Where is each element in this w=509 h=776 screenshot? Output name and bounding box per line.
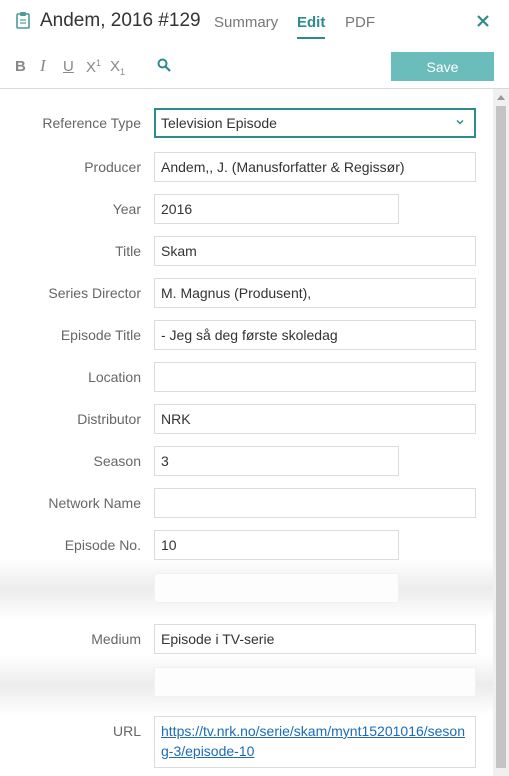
episode-no-label: Episode No. — [64, 537, 141, 553]
clipboard-icon — [16, 12, 30, 29]
location-label: Location — [88, 369, 141, 385]
reference-title: Andem, 2016 #129 — [40, 10, 201, 31]
chevron-down-icon — [456, 119, 464, 125]
url-label: URL — [112, 723, 141, 739]
url-field[interactable]: https://tv.nrk.no/serie/skam/mynt1520101… — [154, 716, 476, 768]
superscript-button[interactable]: X1 — [86, 58, 101, 76]
tab-edit[interactable]: Edit — [297, 14, 326, 39]
superscript-base: X — [86, 59, 97, 76]
reference-edit-form: Reference Type Television Episode Produc… — [0, 89, 493, 776]
episode-title-label: Episode Title — [60, 327, 141, 343]
series-director-field[interactable]: M. Magnus (Produsent), — [154, 278, 476, 308]
url-link[interactable]: https://tv.nrk.no/serie/skam/mynt1520101… — [161, 723, 465, 759]
reference-type-label: Reference Type — [42, 115, 141, 131]
series-director-label: Series Director — [48, 285, 141, 301]
close-icon[interactable] — [476, 14, 490, 28]
producer-label: Producer — [84, 159, 141, 175]
subscript-mark: 1 — [120, 67, 126, 77]
network-name-field[interactable] — [154, 488, 476, 518]
bold-button[interactable]: B — [15, 58, 26, 75]
location-field[interactable] — [154, 362, 476, 392]
faded-field — [154, 573, 399, 603]
producer-field[interactable]: Andem,, J. (Manusforfatter & Regissør) — [154, 152, 476, 182]
scroll-up-arrow-icon[interactable] — [497, 95, 505, 100]
scrollbar[interactable] — [493, 89, 509, 776]
year-label: Year — [112, 201, 141, 217]
italic-button[interactable]: I — [40, 56, 46, 76]
medium-label: Medium — [91, 631, 141, 647]
subscript-button[interactable]: X1 — [110, 58, 125, 77]
year-field[interactable]: 2016 — [154, 194, 399, 224]
title-field[interactable]: Skam — [154, 236, 476, 266]
network-name-label: Network Name — [48, 495, 141, 511]
underline-button[interactable]: U — [63, 58, 74, 75]
scrollbar-thumb[interactable] — [496, 106, 506, 768]
distributor-label: Distributor — [77, 411, 141, 427]
medium-field[interactable]: Episode i TV-serie — [154, 624, 476, 654]
search-icon[interactable] — [157, 58, 171, 72]
reference-type-value: Television Episode — [161, 115, 277, 131]
subscript-base: X — [110, 58, 121, 75]
superscript-mark: 1 — [96, 58, 102, 68]
episode-no-field[interactable]: 10 — [154, 530, 399, 560]
save-button[interactable]: Save — [391, 52, 494, 81]
episode-title-field[interactable]: - Jeg så deg første skoledag — [154, 320, 476, 350]
title-label: Title — [115, 243, 141, 259]
tab-pdf[interactable]: PDF — [345, 14, 375, 31]
season-field[interactable]: 3 — [154, 446, 399, 476]
tab-summary[interactable]: Summary — [214, 14, 278, 31]
season-label: Season — [93, 453, 141, 469]
reference-type-select[interactable]: Television Episode — [154, 108, 476, 138]
header-bar: Andem, 2016 #129 Summary Edit PDF — [0, 0, 509, 44]
distributor-field[interactable]: NRK — [154, 404, 476, 434]
faded-field — [154, 667, 476, 697]
